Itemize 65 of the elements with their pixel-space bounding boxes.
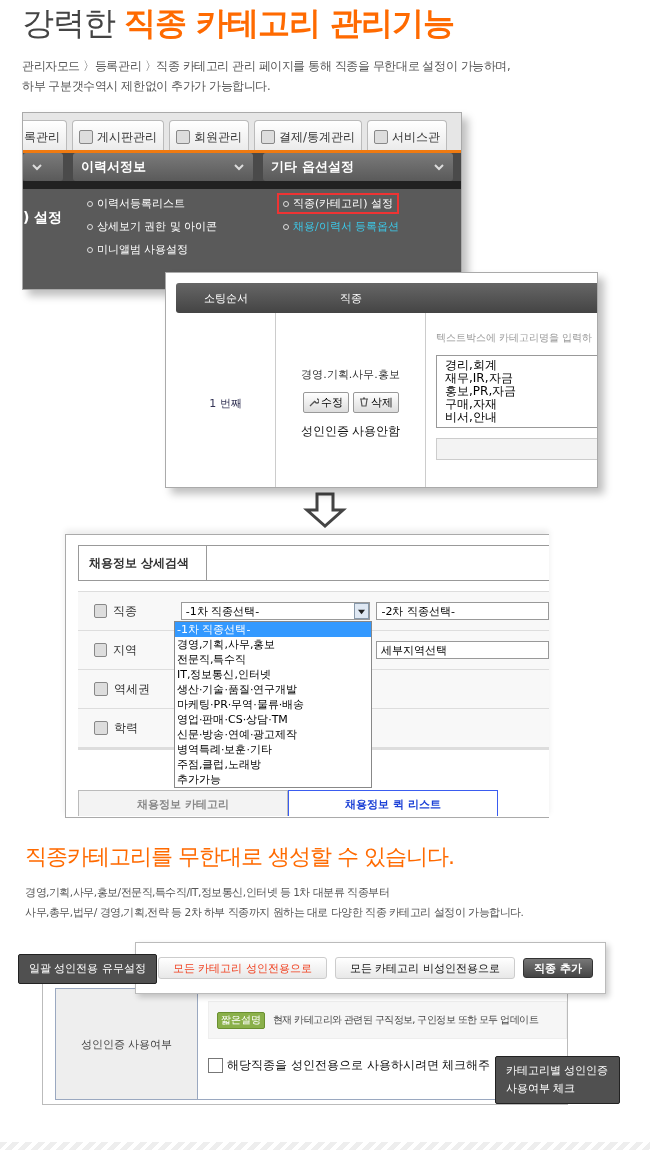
admin-tab[interactable]: 게시판관리 xyxy=(72,120,164,150)
dropdown-option[interactable]: 주점,클럽,노래방 xyxy=(175,757,371,772)
menu-link[interactable]: 미니앨범 사용설정 xyxy=(81,239,195,260)
dropdown-option[interactable]: 마케팅·PR·무역·물류·배송 xyxy=(175,697,371,712)
toolbar-button[interactable]: 직종 추가 xyxy=(523,958,593,978)
input-field[interactable] xyxy=(436,438,597,460)
subcategory-textarea[interactable]: 경리,회계 재무,IR,자금 홍보,PR,자금 구매,자재 비서,안내 xyxy=(436,355,597,428)
page-title: 강력한 직종 카테고리 관리기능 xyxy=(21,3,456,44)
tooltip: 카테고리별 성인인증 사용여부 체크 xyxy=(495,1056,620,1104)
trash-icon xyxy=(358,397,369,407)
intro-text: 관리자모드 〉등록관리 〉직종 카테고리 관리 페이지를 통해 직종을 무한대로 설정이 가능하며, xyxy=(21,58,512,75)
dropdown-option[interactable]: 병역특례·보훈·기타 xyxy=(175,742,371,757)
panel-tab[interactable]: 채용정보 퀵 리스트 xyxy=(288,790,498,816)
wrench-icon xyxy=(308,397,319,407)
checkbox-label: 해당직종을 성인전용으로 사용하시려면 체크해주 xyxy=(227,1057,491,1074)
down-arrow-icon xyxy=(301,492,349,528)
order-text: 1 번째 xyxy=(209,395,242,411)
dropdown-option[interactable]: 경영,기획,사무,홍보 xyxy=(175,637,371,652)
menu-link[interactable]: 채용/이력서 등록옵션 xyxy=(277,216,406,237)
adult-status-text: 성인인증 사용안함 xyxy=(300,422,401,440)
dropdown-option[interactable]: 신문·방송·연예·광고제작 xyxy=(175,727,371,742)
panel-title: 채용정보 상세검색 xyxy=(79,546,207,580)
caret-icon xyxy=(358,607,366,615)
admin-tab[interactable]: 서비스관 xyxy=(366,120,447,150)
menu-dropdown[interactable]: 이력서정보 xyxy=(73,153,253,181)
toolbar-button[interactable]: 모든 카테고리 성인전용으로 xyxy=(158,957,327,979)
tooltip: 일괄 성인전용 유무설정 xyxy=(18,954,157,984)
delete-button[interactable]: 삭제 xyxy=(352,391,399,413)
menu-link[interactable]: 상세보기 권한 및 아이콘 xyxy=(81,216,224,237)
dropdown-option[interactable]: 추가가능 xyxy=(175,772,371,787)
row-label: 성인인증 사용여부 xyxy=(56,989,198,1099)
admin-tab[interactable]: 결제/통계관리 xyxy=(254,120,362,150)
intro-text: 하부 구분갯수역시 제한없이 추가가 가능합니다. xyxy=(21,78,272,95)
section-heading: 직종카테고리를 무한대로 생성할 수 있습니다. xyxy=(25,843,455,871)
section-text: 사무,총무,법무/ 경영,기획,전략 등 2차 하부 직종까지 원하는 대로 다양한 직종 카테고리 설정이 가능합니다. xyxy=(24,905,525,920)
admin-tab[interactable]: 록관리 xyxy=(23,120,67,150)
short-note-badge: 짧은설명 xyxy=(217,1011,265,1029)
toolbar-button[interactable]: 모든 카테고리 비성인전용으로 xyxy=(335,957,515,979)
menu-link[interactable]: 이력서등록리스트 xyxy=(81,193,191,214)
dropdown-option[interactable]: 생산·기술·품질·연구개발 xyxy=(175,682,371,697)
select-field[interactable]: 세부지역선택 xyxy=(376,641,549,659)
select-field[interactable]: -2차 직종선택- xyxy=(376,602,549,620)
checkbox[interactable] xyxy=(208,1058,223,1073)
chevron-down-icon xyxy=(31,161,43,173)
table-header: 소팅순서 직종 xyxy=(176,283,597,313)
menu-dropdown[interactable] xyxy=(23,153,63,181)
field-label: 학력 xyxy=(114,719,139,737)
select-field[interactable]: -1차 직종선택- xyxy=(180,602,371,620)
admin-tab[interactable]: 회원관리 xyxy=(169,120,249,150)
field-label: 지역 xyxy=(113,641,139,659)
dropdown-option[interactable]: 영업·판매·CS·상담·TM xyxy=(175,712,371,727)
category-name: 경영.기획.사무.홍보 xyxy=(301,366,400,382)
menu-label: ) 설정 xyxy=(23,209,64,227)
dropdown-option[interactable]: 전문직,특수직 xyxy=(175,652,371,667)
hint-text: 텍스트박스에 카테고리명을 입력하 xyxy=(436,331,593,345)
menu-link[interactable]: 직종(카테고리) 설정 xyxy=(277,193,400,214)
note-text: 현재 카테고리와 관련된 구직정보, 구인정보 또한 모두 업데이트 xyxy=(273,1013,539,1027)
edit-button[interactable]: 수정 xyxy=(302,391,349,413)
section-text: 경영,기획,사무,홍보/전문직,특수직/IT,정보통신,인터넷 등 1차 대분류 직종부터 xyxy=(24,885,391,900)
menu-dropdown[interactable]: 기타 옵션설정 xyxy=(263,153,453,181)
chevron-down-icon xyxy=(233,161,245,173)
field-label: 역세권 xyxy=(114,680,151,698)
field-label: 직종 xyxy=(113,602,139,620)
dropdown-option[interactable]: IT,정보통신,인터넷 xyxy=(175,667,371,682)
chevron-down-icon xyxy=(433,161,445,173)
